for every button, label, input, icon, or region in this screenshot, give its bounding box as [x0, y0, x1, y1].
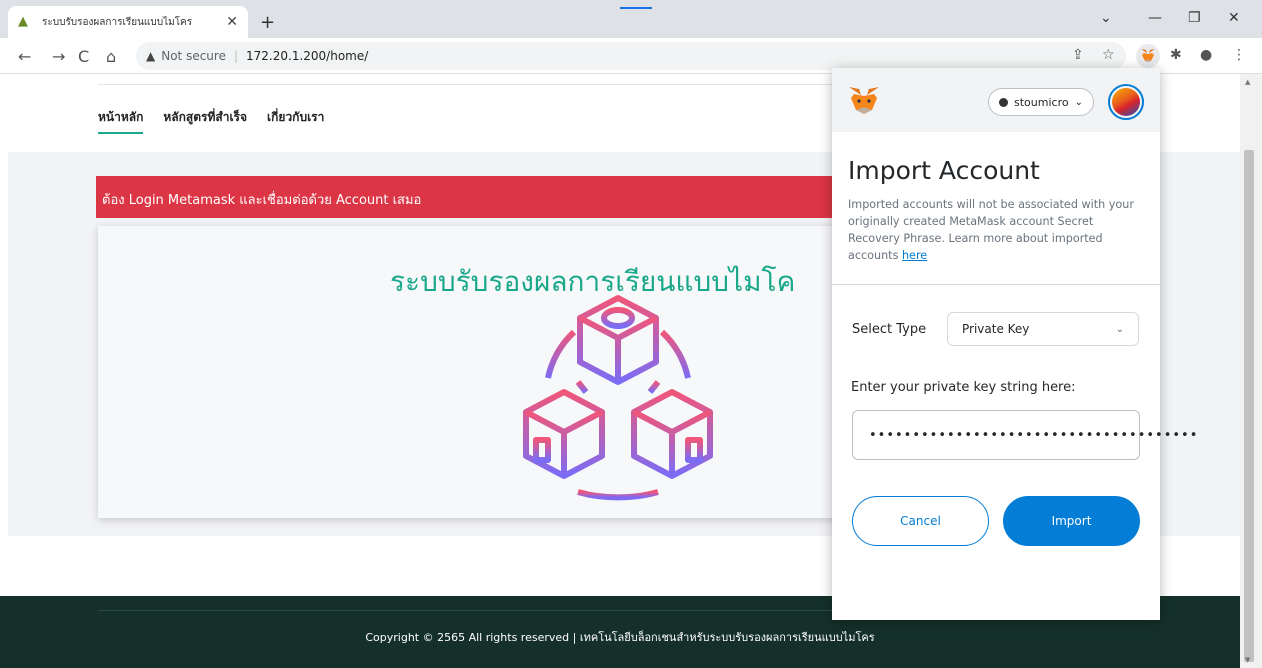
restore-button[interactable]: ❐ — [1188, 10, 1201, 26]
forward-button[interactable]: → — [52, 47, 65, 66]
section-divider — [832, 284, 1160, 285]
nav-about[interactable]: เกี่ยวกับเรา — [267, 108, 324, 134]
reload-button[interactable]: C — [78, 47, 89, 66]
url-text[interactable]: 172.20.1.200/home/ — [246, 49, 368, 63]
import-type-select[interactable]: Private Key ⌄ — [947, 312, 1139, 346]
chevron-down-icon: ⌄ — [1115, 323, 1124, 335]
back-button[interactable]: ← — [18, 47, 31, 66]
chevron-down-icon: ⌄ — [1074, 96, 1083, 108]
site-favicon-icon: ▲ — [18, 14, 28, 29]
cancel-button[interactable]: Cancel — [852, 496, 989, 546]
import-description: Imported accounts will not be associated… — [848, 196, 1148, 264]
new-tab-button[interactable]: + — [260, 12, 275, 33]
security-status[interactable]: Not secure — [161, 49, 226, 63]
bookmark-star-icon[interactable]: ☆ — [1102, 47, 1115, 63]
network-name: stoumicro — [1014, 95, 1069, 109]
scroll-up-icon[interactable]: ▲ — [1245, 78, 1250, 86]
hero-card: ระบบรับรองผลการเรียนแบบไมโค — [98, 226, 878, 518]
network-status-icon — [999, 97, 1008, 107]
loading-indicator — [620, 7, 652, 9]
site-navigation: หน้าหลัก หลักสูตรที่สำเร็จ เกี่ยวกับเรา — [98, 108, 324, 134]
footer-copyright: Copyright © 2565 All rights reserved | เ… — [365, 631, 875, 644]
browser-tab[interactable]: ▲ ระบบรับรองผลการเรียนแบบไมโคร ✕ — [8, 6, 248, 38]
home-button[interactable]: ⌂ — [106, 47, 116, 66]
extensions-puzzle-icon[interactable]: ✱ — [1170, 47, 1182, 63]
url-bar[interactable]: ▲ Not secure | 172.20.1.200/home/ — [136, 42, 1126, 70]
profile-icon[interactable]: ● — [1200, 47, 1212, 63]
metamask-extension-icon[interactable] — [1136, 44, 1160, 68]
network-selector[interactable]: stoumicro ⌄ — [988, 88, 1094, 116]
scrollbar-thumb[interactable] — [1244, 150, 1254, 662]
login-alert: ต้อง Login Metamask และเชื่อมต่อด้วย Acc… — [96, 176, 876, 218]
metamask-fox-icon — [1141, 49, 1155, 62]
private-key-input[interactable]: •••••••••••••••••••••••••••••••••••••• — [852, 410, 1197, 460]
blockchain-cubes-icon — [523, 295, 713, 501]
minimize-button[interactable]: — — [1148, 10, 1162, 26]
warning-icon[interactable]: ▲ — [146, 49, 155, 63]
url-separator: | — [233, 49, 239, 63]
import-description-text: Imported accounts will not be associated… — [848, 198, 1134, 262]
tab-search-icon[interactable]: ⌄ — [1100, 10, 1112, 26]
import-button[interactable]: Import — [1003, 496, 1140, 546]
share-icon[interactable]: ⇪ — [1072, 47, 1084, 63]
metamask-header: stoumicro ⌄ — [832, 68, 1160, 132]
page-scrollbar[interactable]: ▲ ▼ — [1240, 74, 1262, 668]
learn-more-link[interactable]: here — [902, 249, 927, 262]
close-tab-icon[interactable]: ✕ — [226, 14, 238, 30]
close-window-button[interactable]: ✕ — [1228, 10, 1240, 26]
metamask-popup: stoumicro ⌄ Import Account Imported acco… — [832, 68, 1197, 620]
select-type-label: Select Type — [852, 322, 927, 337]
import-type-value: Private Key — [962, 322, 1030, 336]
scroll-down-icon[interactable]: ▼ — [1245, 656, 1250, 664]
private-key-label: Enter your private key string here: — [851, 380, 1076, 395]
nav-home[interactable]: หน้าหลัก — [98, 108, 144, 134]
metamask-logo-icon — [849, 87, 879, 114]
browser-menu-icon[interactable]: ⋮ — [1232, 47, 1246, 63]
tab-title: ระบบรับรองผลการเรียนแบบไมโคร — [42, 16, 193, 28]
account-avatar[interactable] — [1108, 84, 1144, 120]
browser-tab-bar: ▲ ระบบรับรองผลการเรียนแบบไมโคร ✕ + ⌄ — ❐… — [0, 0, 1262, 38]
page-title: Import Account — [848, 156, 1040, 185]
avatar-identicon — [1112, 88, 1140, 116]
nav-completed-courses[interactable]: หลักสูตรที่สำเร็จ — [163, 108, 247, 134]
